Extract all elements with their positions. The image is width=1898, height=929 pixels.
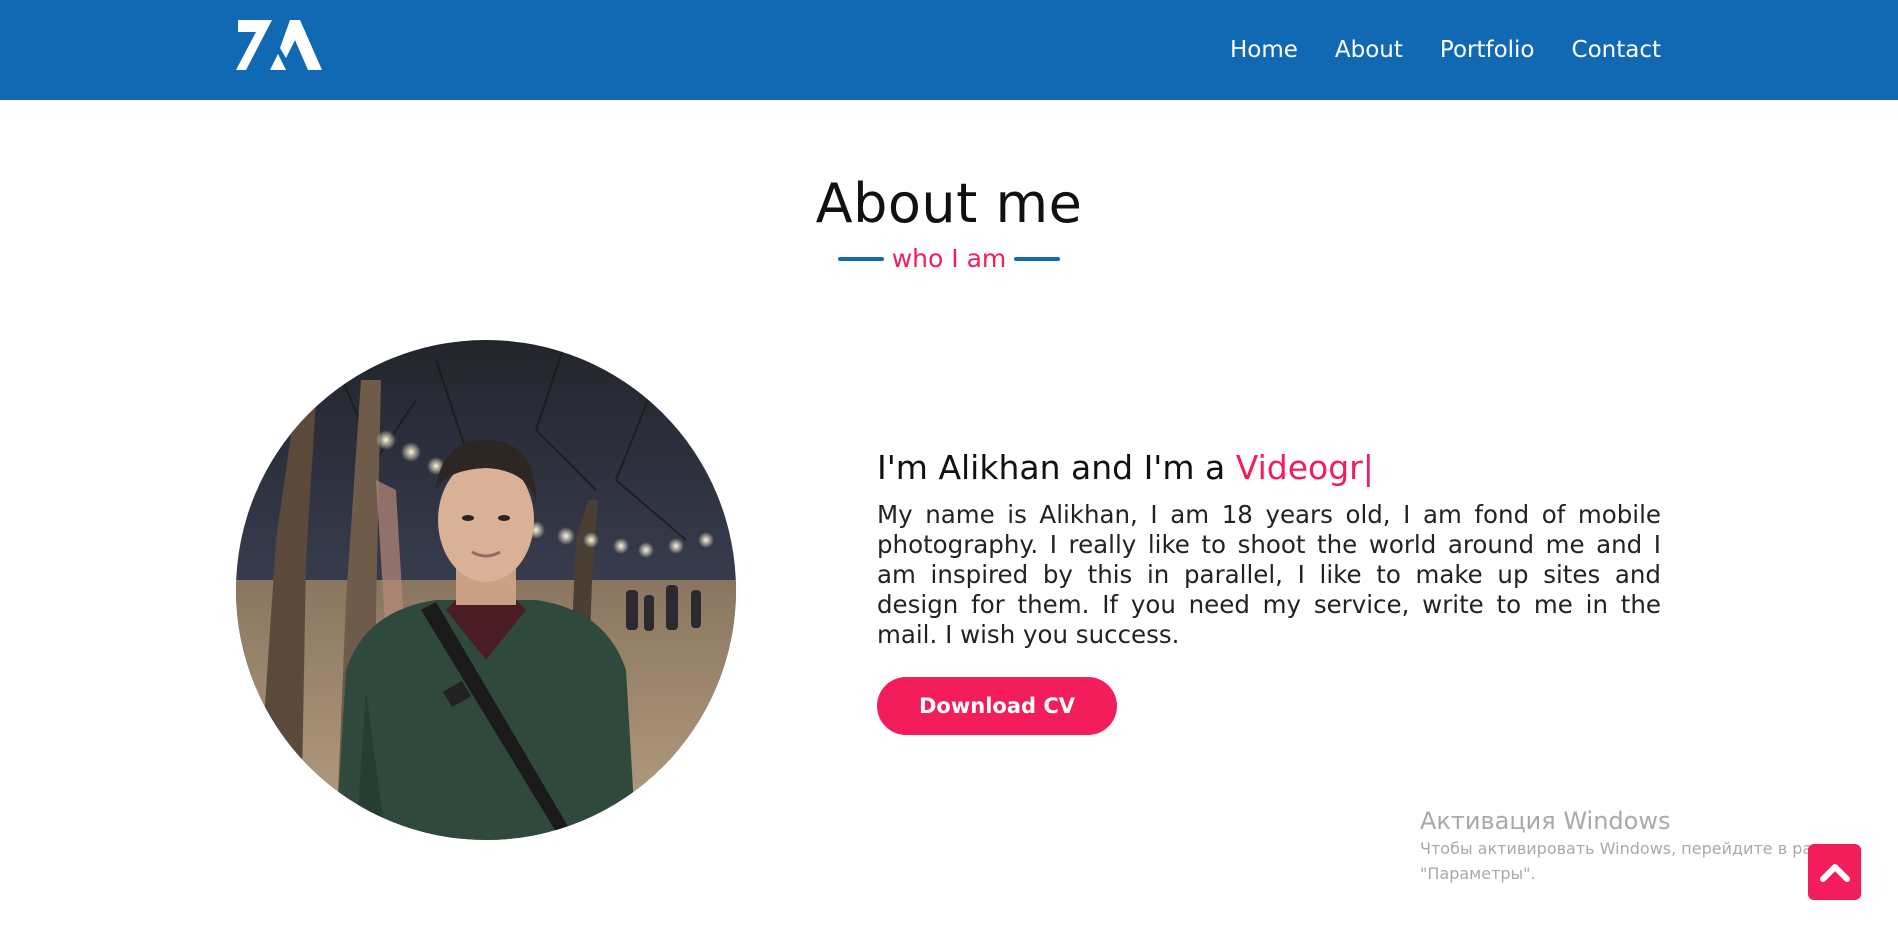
subtitle-divider-left: [837, 256, 884, 261]
profile-photo: [236, 340, 736, 840]
download-cv-button[interactable]: Download CV: [877, 677, 1117, 735]
subtitle-text: who I am: [891, 244, 1007, 273]
headline-typed-role: Videogr|: [1235, 448, 1374, 487]
nav-link-portfolio[interactable]: Portfolio: [1440, 37, 1535, 63]
nav-menu: Home About Portfolio Contact: [1230, 30, 1661, 70]
watermark-title: Активация Windows: [1420, 807, 1671, 835]
section-title: About me: [815, 172, 1083, 235]
nav-link-home[interactable]: Home: [1230, 37, 1298, 63]
headline-prefix: I'm Alikhan and I'm a: [877, 448, 1236, 487]
scroll-to-top-button[interactable]: [1808, 844, 1861, 900]
bio-text: My name is Alikhan, I am 18 years old, I…: [877, 500, 1661, 649]
nav-link-contact[interactable]: Contact: [1572, 37, 1661, 63]
watermark-line-1: Чтобы активировать Windows, перейдите в …: [1420, 839, 1852, 858]
windows-activation-watermark: Активация Windows Чтобы активировать Win…: [1420, 806, 1852, 886]
subtitle-divider-right: [1014, 256, 1061, 261]
navbar: Home About Portfolio Contact: [0, 0, 1898, 100]
nav-link-about[interactable]: About: [1335, 37, 1403, 63]
za-logo-icon[interactable]: [236, 18, 322, 72]
section-subtitle: who I am: [0, 244, 1898, 273]
headline: I'm Alikhan and I'm a Videogr|: [877, 448, 1374, 487]
chevron-up-icon: [1819, 864, 1850, 882]
watermark-line-2: "Параметры".: [1420, 864, 1536, 883]
